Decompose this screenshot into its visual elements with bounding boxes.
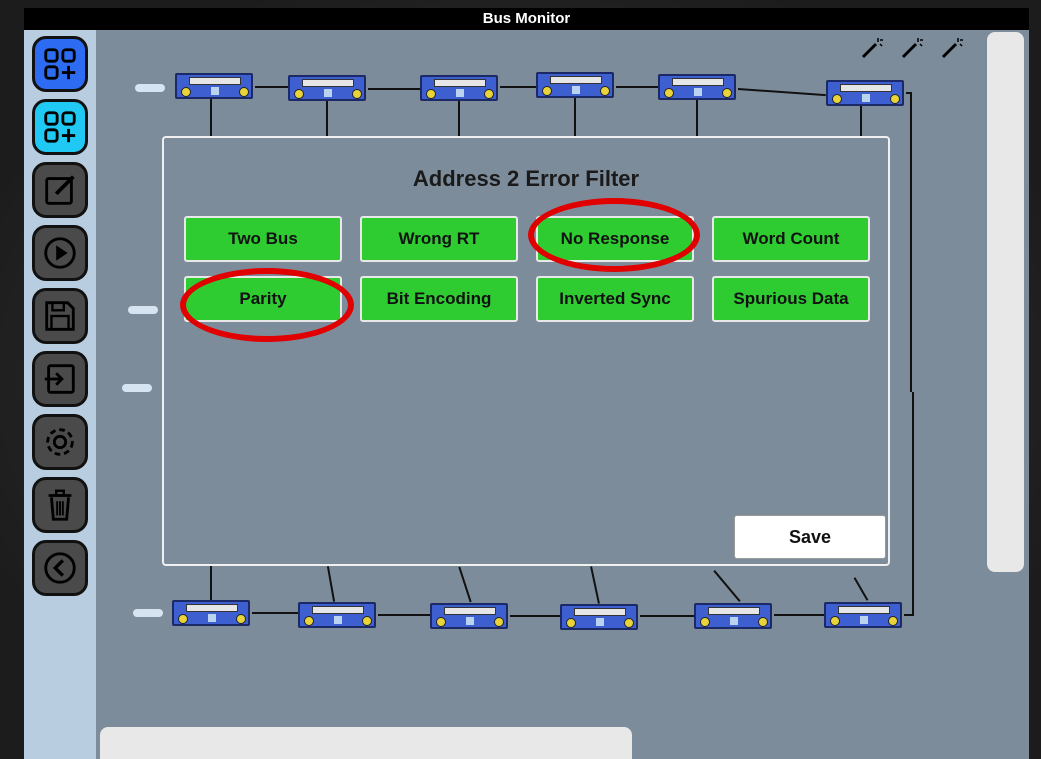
coupler-block[interactable] [172, 600, 250, 626]
filter-spurious-data[interactable]: Spurious Data [712, 276, 870, 322]
filter-two-bus[interactable]: Two Bus [184, 216, 342, 262]
wand-icon[interactable] [940, 36, 964, 60]
highlight-ring-no-response [528, 198, 700, 272]
add-grid-icon [44, 111, 76, 143]
vertical-scrollbar[interactable] [987, 32, 1024, 572]
filter-word-count[interactable]: Word Count [712, 216, 870, 262]
add-module-button[interactable] [32, 36, 88, 92]
coupler-block[interactable] [430, 603, 508, 629]
play-button[interactable] [32, 225, 88, 281]
coupler-block[interactable] [658, 74, 736, 100]
save-file-button[interactable] [32, 288, 88, 344]
coupler-block[interactable] [536, 72, 614, 98]
coupler-block[interactable] [420, 75, 498, 101]
add-grid-icon [44, 48, 76, 80]
trash-icon [48, 489, 72, 521]
error-filter-dialog: Address 2 Error Filter Two Bus Wrong RT … [162, 136, 890, 566]
bus-stub [135, 84, 165, 92]
coupler-block[interactable] [288, 75, 366, 101]
bus-stub [133, 609, 163, 617]
wand-icon[interactable] [860, 36, 884, 60]
coupler-block[interactable] [298, 602, 376, 628]
filter-wrong-rt[interactable]: Wrong RT [360, 216, 518, 262]
save-icon [45, 301, 75, 331]
coupler-block[interactable] [694, 603, 772, 629]
highlight-ring-parity [180, 268, 354, 342]
delete-button[interactable] [32, 477, 88, 533]
filter-inverted-sync[interactable]: Inverted Sync [536, 276, 694, 322]
coupler-block[interactable] [826, 80, 904, 106]
add-coupler-button[interactable] [32, 99, 88, 155]
coupler-block[interactable] [824, 602, 902, 628]
import-button[interactable] [32, 351, 88, 407]
horizontal-scrollbar[interactable] [100, 727, 632, 759]
gear-icon [46, 428, 74, 456]
settings-button[interactable] [32, 414, 88, 470]
bus-stub [122, 384, 152, 392]
dialog-title: Address 2 Error Filter [412, 166, 640, 191]
bus-stub [128, 306, 158, 314]
coupler-block[interactable] [175, 73, 253, 99]
back-button[interactable] [32, 540, 88, 596]
window-title: Bus Monitor [24, 8, 1029, 30]
sidebar [24, 30, 96, 759]
filter-bit-encoding[interactable]: Bit Encoding [360, 276, 518, 322]
import-icon [44, 364, 75, 394]
coupler-block[interactable] [560, 604, 638, 630]
wand-icon[interactable] [900, 36, 924, 60]
play-icon [44, 237, 76, 269]
edit-button[interactable] [32, 162, 88, 218]
save-button[interactable]: Save [734, 515, 886, 559]
edit-icon [45, 175, 75, 205]
back-icon [44, 552, 76, 584]
